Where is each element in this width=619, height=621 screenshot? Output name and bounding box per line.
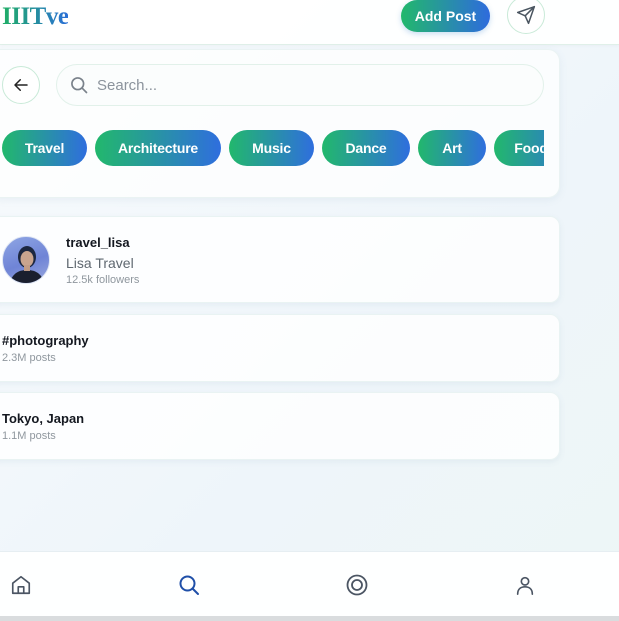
send-button[interactable]	[507, 0, 545, 34]
user-followers: 12.5k followers	[66, 274, 140, 286]
category-chip-architecture[interactable]: Architecture	[95, 130, 221, 166]
category-chip-music[interactable]: Music	[229, 130, 314, 166]
reels-icon	[346, 574, 368, 596]
window-bottom-edge	[0, 616, 619, 621]
home-icon	[11, 575, 31, 595]
app-logo[interactable]: IIITve	[2, 3, 69, 31]
add-post-button[interactable]: Add Post	[401, 0, 490, 32]
category-chip-art[interactable]: Art	[418, 130, 486, 166]
category-chip-dance[interactable]: Dance	[322, 130, 410, 166]
location-title: Tokyo, Japan	[2, 411, 85, 426]
arrow-left-icon	[14, 79, 28, 91]
hashtag-title: #photography	[2, 333, 89, 348]
location-post-count: 1.1M posts	[2, 430, 56, 442]
back-button[interactable]	[2, 66, 40, 104]
avatar[interactable]	[2, 236, 50, 284]
nav-home[interactable]	[8, 572, 34, 598]
category-chips: Travel Architecture Music Dance Art Food	[0, 130, 544, 166]
magnifier-icon	[71, 77, 88, 94]
top-header: IIITve Add Post	[0, 0, 619, 45]
nav-reels[interactable]	[344, 572, 370, 598]
hashtag-result-card[interactable]	[0, 314, 560, 382]
bottom-nav	[0, 551, 619, 616]
paper-plane-icon	[516, 5, 536, 25]
hashtag-post-count: 2.3M posts	[2, 352, 56, 364]
user-display-name: Lisa Travel	[66, 255, 134, 271]
user-photo	[9, 246, 45, 283]
search-icon	[179, 575, 199, 595]
location-result-card[interactable]	[0, 392, 560, 460]
category-chip-travel[interactable]: Travel	[2, 130, 87, 166]
search-input[interactable]	[97, 65, 527, 105]
profile-icon	[516, 576, 534, 595]
user-handle: travel_lisa	[66, 235, 130, 250]
nav-search[interactable]	[176, 572, 202, 598]
category-chip-food[interactable]: Food	[494, 130, 544, 166]
search-bar[interactable]	[56, 64, 544, 106]
nav-profile[interactable]	[512, 572, 538, 598]
